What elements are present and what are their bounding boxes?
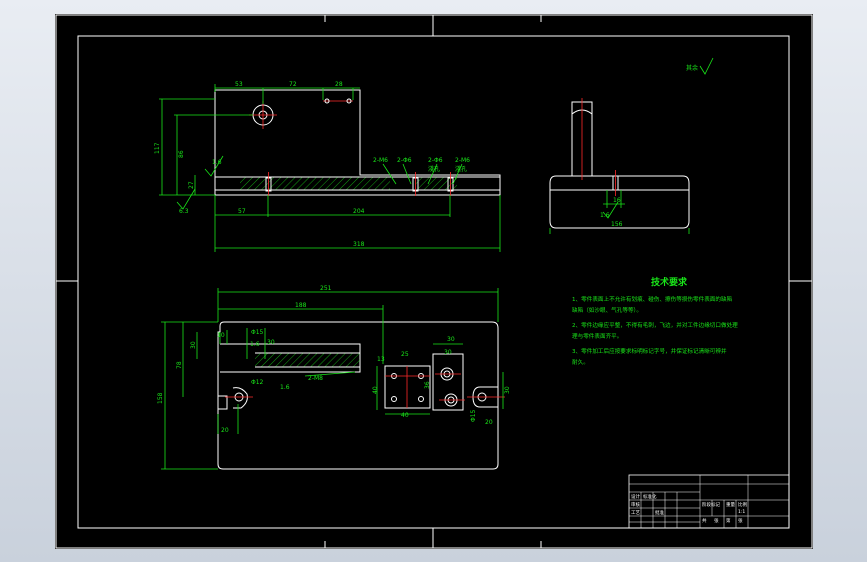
hole-label-0: 2-M6 <box>373 157 388 164</box>
cad-drawing-viewport[interactable]: 53 72 28 117 86 27 57 204 318 2-M6 2-Φ6 … <box>55 14 813 549</box>
tb-cell-10: 第 <box>726 517 731 524</box>
block-dim-2: 40 <box>372 386 379 394</box>
tb-cell-4: 批准 <box>655 509 664 516</box>
dim-front-bottom-0: 57 <box>238 208 246 215</box>
dim-front-left-1: 86 <box>178 150 185 158</box>
block-dim-6: 36 <box>424 381 431 389</box>
dim-plan-inner-5: 2-M8 <box>308 375 323 382</box>
tb-cell-7: 比例 <box>738 501 747 508</box>
dim-plan-left-3: 20 <box>221 427 229 434</box>
tech-req-line-5: 耐久。 <box>572 358 589 366</box>
dim-front-top-0: 53 <box>235 81 243 88</box>
tb-cell-6: 重量 <box>726 501 735 508</box>
tech-req-line-4: 3、零件加工后应按要求标明标记字号，并保证标记清晰可辨并 <box>572 347 727 355</box>
block-dim-4: 30 <box>447 336 455 343</box>
tb-cell-8: 共 <box>702 517 707 524</box>
surface-finish-note: 其余 <box>686 57 714 75</box>
dim-plan-top-0: 251 <box>320 285 332 292</box>
title-block: 设计 标准化 审核 工艺 批准 阶段标记 重量 比例 共 张 第 张 1:1 <box>628 474 790 529</box>
front-view: 53 72 28 117 86 27 57 204 318 2-M6 2-Φ6 … <box>154 81 501 252</box>
hole-sublabel-0: 淺孔 <box>428 165 440 173</box>
right-dim-1: Φ15 <box>470 409 477 422</box>
block-dim-0: 13 <box>377 356 385 363</box>
dim-front-bottom-1: 204 <box>353 208 365 215</box>
cad-drawing: 53 72 28 117 86 27 57 204 318 2-M6 2-Φ6 … <box>55 14 813 549</box>
hole-label-1: 2-Φ6 <box>397 157 412 164</box>
dim-plan-left-1: 78 <box>176 361 183 369</box>
tech-req-line-3: 理与零件表面齐平。 <box>572 332 622 340</box>
side-view: 16 156 1.6 <box>549 98 690 234</box>
dim-plan-inner-0: 10 <box>217 332 225 339</box>
dim-plan-left-2: 30 <box>190 341 197 349</box>
tech-req-title: 技术要求 <box>651 276 688 288</box>
dim-plan-top-1: 188 <box>295 302 307 309</box>
dim-side-0: 16 <box>613 197 621 204</box>
dim-front-top-2: 28 <box>335 81 343 88</box>
tb-cell-5: 阶段标记 <box>702 501 720 508</box>
tech-req-line-2: 2、零件边缘应平整，不得有毛刺，飞边，并对工件边缘切口做处理 <box>572 321 738 329</box>
plan-view: 251 188 158 78 30 20 10 Φ15 1.6 30 Φ12 2… <box>157 285 511 470</box>
tb-cell-2: 审核 <box>631 501 640 508</box>
dim-plan-inner-6: 1.6 <box>280 384 290 391</box>
block-dim-3: 40 <box>401 412 409 419</box>
dim-plan-inner-3: 30 <box>267 339 275 346</box>
tb-cell-3: 工艺 <box>631 510 640 516</box>
roughness-front-1: 6.3 <box>179 208 189 215</box>
dim-front-top-1: 72 <box>289 81 297 88</box>
hole-label-3: 2-M6 <box>455 157 470 164</box>
tb-cell-0: 设计 <box>631 493 640 500</box>
tech-requirements: 技术要求 1、零件表面上不允许有划痕、碰伤、擦伤等损伤零件表面的缺陷 缺陷（如沙… <box>572 276 738 366</box>
hole-label-2: 2-Φ6 <box>428 157 443 164</box>
block-dim-5: 30 <box>444 349 452 356</box>
dim-plan-left-0: 158 <box>157 392 164 404</box>
dim-front-left-2: 27 <box>188 181 195 189</box>
tech-req-line-0: 1、零件表面上不允许有划痕、碰伤、擦伤等损伤零件表面的缺陷 <box>572 295 733 303</box>
tb-cell-9: 张 <box>714 517 719 524</box>
roughness-side: 1.6 <box>600 212 610 219</box>
dim-front-left-0: 117 <box>154 142 161 154</box>
roughness-front-0: 1.6 <box>212 159 222 166</box>
dim-side-1: 156 <box>611 221 623 228</box>
right-dim-2: 20 <box>485 419 493 426</box>
tb-cell-12: 1:1 <box>738 509 745 515</box>
dim-front-bottom-2: 318 <box>353 241 365 248</box>
hole-sublabel-1: 淺孔 <box>455 165 467 173</box>
tb-cell-11: 张 <box>738 517 743 524</box>
surface-finish-label: 其余 <box>686 64 698 72</box>
right-dim-0: 30 <box>504 386 511 394</box>
dim-plan-inner-2: 1.6 <box>250 341 260 348</box>
dim-plan-inner-1: Φ15 <box>251 329 264 336</box>
centering-marks <box>56 15 812 548</box>
sheet-outer-frame <box>55 14 813 549</box>
tech-req-line-1: 缺陷（如沙眼、气孔等等）。 <box>572 306 642 314</box>
dim-plan-inner-4: Φ12 <box>251 379 264 386</box>
block-dim-1: 25 <box>401 351 409 358</box>
tb-cell-1: 标准化 <box>643 493 657 500</box>
